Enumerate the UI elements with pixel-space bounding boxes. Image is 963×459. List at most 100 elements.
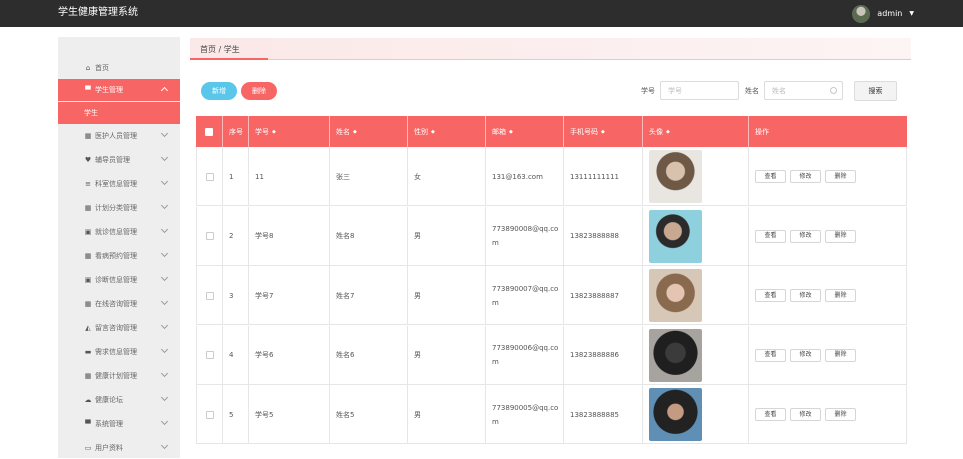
card-icon: ▬: [84, 348, 92, 356]
sidebar-item-label: 健康论坛: [95, 396, 123, 404]
sort-icon[interactable]: ◆: [272, 129, 276, 135]
table-row[interactable]: 3 学号7 姓名7 男 773890007@qq.com 13823888887 查看 修…: [196, 266, 907, 325]
column-header-label: 序号: [229, 127, 243, 136]
name-input[interactable]: 姓名: [764, 81, 843, 100]
sidebar-item[interactable]: ▬ 需求信息管理: [58, 341, 180, 363]
student-id-input[interactable]: 学号: [660, 81, 739, 100]
table-row[interactable]: 4 学号6 姓名6 男 773890006@qq.com 13823888886 查看 修…: [196, 325, 907, 385]
avatar-cell: [643, 147, 749, 206]
table-row[interactable]: 5 学号5 姓名5 男 773890005@qq.com 13823888885 查看 修…: [196, 385, 907, 444]
search-button[interactable]: 搜索: [854, 81, 897, 101]
sidebar-item[interactable]: ▦ 计划分类管理: [58, 197, 180, 219]
edit-button[interactable]: 修改: [790, 229, 821, 243]
chevron-icon: [160, 297, 169, 306]
student-id: 学号6: [255, 351, 274, 359]
column-header[interactable]: 学号 ◆: [249, 116, 330, 147]
user-menu[interactable]: admin ▼: [852, 0, 914, 27]
avatar-cell: [643, 385, 749, 444]
table-header: 序号 学号 ◆ 姓名 ◆ 性别 ◆ 邮箱 ◆ 手机号码 ◆ 头像 ◆ 操作: [196, 116, 907, 147]
sidebar-item[interactable]: ▭ 用户资料: [58, 437, 180, 459]
name-cell: 姓名6: [330, 325, 408, 385]
chevron-icon: [160, 273, 169, 282]
column-header[interactable]: 邮箱 ◆: [486, 116, 564, 147]
row-checkbox[interactable]: [205, 172, 214, 181]
row-index: 2: [229, 232, 234, 240]
home-icon: ⌂: [85, 64, 91, 72]
sort-icon[interactable]: ◆: [666, 129, 670, 135]
gender-cell: 男: [408, 266, 486, 325]
row-checkbox[interactable]: [205, 351, 214, 359]
sidebar-item[interactable]: ♥ 辅导员管理: [58, 149, 180, 171]
sidebar-item-label: 科室信息管理: [95, 180, 137, 188]
row-checkbox[interactable]: [205, 410, 214, 419]
edit-button[interactable]: 修改: [790, 170, 821, 183]
view-button[interactable]: 查看: [755, 289, 786, 302]
sidebar-item[interactable]: ◭ 留言咨询管理: [58, 317, 180, 339]
view-button[interactable]: 查看: [755, 229, 786, 243]
heart-icon: ♥: [84, 156, 92, 164]
delete-row-button[interactable]: 删除: [825, 289, 856, 302]
student-id-cell: 学号7: [249, 266, 330, 325]
column-header-label: 头像: [649, 127, 663, 136]
add-button[interactable]: 新增: [201, 82, 237, 100]
sidebar-item[interactable]: ▦ 看病预约管理: [58, 245, 180, 267]
sort-icon[interactable]: ◆: [353, 129, 357, 135]
checkbox-cell: [196, 206, 223, 266]
sort-icon[interactable]: ◆: [431, 129, 435, 135]
phone: 13823888888: [570, 232, 619, 240]
sidebar-item[interactable]: ▦ 在线咨询管理: [58, 293, 180, 315]
avatar-photo: [649, 150, 702, 203]
row-checkbox[interactable]: [205, 291, 214, 300]
sidebar-item[interactable]: ☁ 健康论坛: [58, 389, 180, 411]
username[interactable]: admin: [877, 9, 902, 18]
sidebar-item[interactable]: ▦ 医护人员管理: [58, 125, 180, 147]
sidebar-item[interactable]: ▦ 健康计划管理: [58, 365, 180, 387]
edit-button[interactable]: 修改: [790, 408, 821, 421]
name-cell: 姓名8: [330, 206, 408, 266]
sort-icon[interactable]: ◆: [509, 129, 513, 135]
sidebar-item[interactable]: ▀ 系统管理: [58, 413, 180, 435]
view-button[interactable]: 查看: [755, 348, 786, 362]
sidebar-item[interactable]: ≡ 科室信息管理: [58, 173, 180, 195]
phone-cell: 13111111111: [564, 147, 643, 206]
view-button[interactable]: 查看: [755, 408, 786, 421]
avatar[interactable]: [852, 4, 871, 23]
student-name: 姓名6: [336, 351, 355, 359]
delete-row-button[interactable]: 删除: [825, 170, 856, 183]
student-id: 11: [255, 172, 264, 181]
table-row[interactable]: 1 11 张三女 131@163.com 13111111111 查看 修改 删除: [196, 147, 907, 206]
name-placeholder: 姓名: [772, 86, 786, 95]
column-header[interactable]: 姓名 ◆: [330, 116, 408, 147]
row-checkbox[interactable]: [205, 232, 214, 240]
sidebar-item-home[interactable]: ⌂ 首页: [58, 57, 180, 79]
column-header-label: 手机号码: [570, 127, 598, 136]
sidebar-subitem-student[interactable]: 学生: [58, 102, 180, 124]
select-all-checkbox[interactable]: [205, 127, 213, 136]
phone: 13823888885: [570, 410, 619, 419]
column-header[interactable]: 性别 ◆: [408, 116, 486, 147]
clear-icon[interactable]: [830, 87, 837, 94]
index-cell: 4: [223, 325, 249, 385]
chevron-icon: [160, 321, 169, 330]
student-id-cell: 学号5: [249, 385, 330, 444]
delete-row-button[interactable]: 删除: [825, 408, 856, 421]
edit-button[interactable]: 修改: [790, 348, 821, 362]
sort-icon[interactable]: ◆: [601, 129, 605, 135]
sidebar-item[interactable]: ▀ 学生管理: [58, 79, 180, 101]
delete-button[interactable]: 删除: [241, 82, 277, 100]
edit-button[interactable]: 修改: [790, 289, 821, 302]
sidebar-item-label: 计划分类管理: [95, 204, 137, 212]
column-header[interactable]: 手机号码 ◆: [564, 116, 643, 147]
sidebar-item[interactable]: ▣ 诊断信息管理: [58, 269, 180, 291]
column-header[interactable]: 头像 ◆: [643, 116, 749, 147]
phone-cell: 13823888885: [564, 385, 643, 444]
sidebar-item[interactable]: ▣ 就诊信息管理: [58, 221, 180, 243]
caret-down-icon[interactable]: ▼: [909, 10, 914, 17]
delete-row-button[interactable]: 删除: [825, 229, 856, 243]
column-header: 操作: [749, 116, 907, 147]
view-button[interactable]: 查看: [755, 170, 786, 183]
name-label: 姓名: [745, 87, 759, 95]
email-cell: 131@163.com: [486, 147, 564, 206]
delete-row-button[interactable]: 删除: [825, 348, 856, 362]
table-row[interactable]: 2 学号8 姓名8 男 773890008@qq.com 13823888888 查看 修…: [196, 206, 907, 266]
